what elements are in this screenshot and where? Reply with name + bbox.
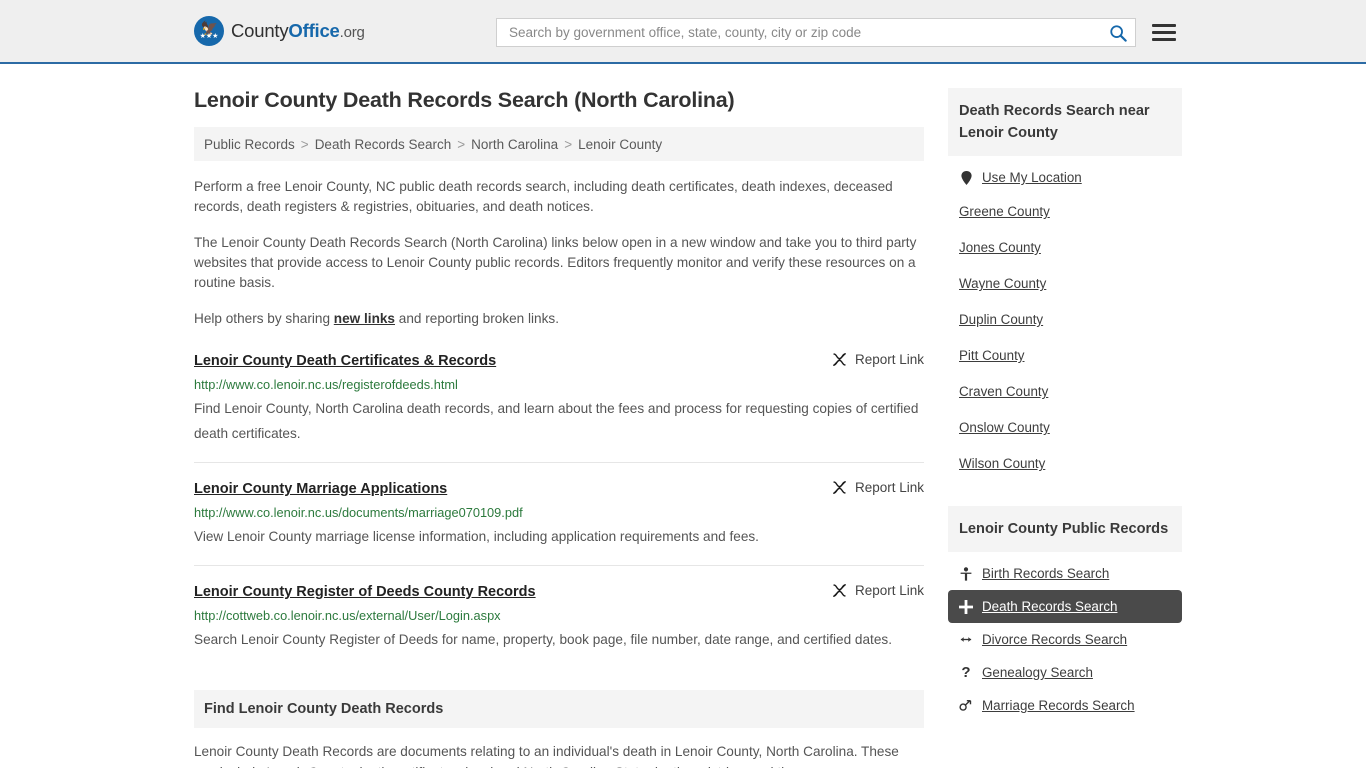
- sidebar-county-7[interactable]: Wilson County: [948, 446, 1182, 482]
- result-url[interactable]: http://www.co.lenoir.nc.us/registerofdee…: [194, 376, 924, 393]
- intro-paragraph-2: The Lenoir County Death Records Search (…: [194, 235, 917, 290]
- search-icon[interactable]: [1109, 24, 1127, 42]
- search-box[interactable]: [496, 18, 1136, 47]
- result-description: View Lenoir County marriage license info…: [194, 529, 759, 544]
- report-link-button[interactable]: Report Link: [832, 479, 924, 495]
- page-container: Lenoir County Death Records Search (Nort…: [0, 64, 1366, 768]
- result-url[interactable]: http://cottweb.co.lenoir.nc.us/external/…: [194, 607, 924, 624]
- sidebar-county-4[interactable]: Pitt County: [948, 338, 1182, 374]
- sidebar-county-0[interactable]: Greene County: [948, 194, 1182, 230]
- sidebar-item-genealogy[interactable]: ? Genealogy Search: [948, 656, 1182, 689]
- county-link[interactable]: Craven County: [959, 384, 1048, 399]
- site-header: 🦅 ★★★ CountyOffice.org: [0, 0, 1366, 64]
- sidebar-link[interactable]: Birth Records Search: [982, 566, 1109, 581]
- county-link[interactable]: Greene County: [959, 204, 1050, 219]
- logo-text: CountyOffice.org: [231, 20, 365, 42]
- breadcrumb-separator: >: [564, 136, 573, 152]
- results-list: Lenoir County Death Certificates & Recor…: [194, 351, 924, 668]
- result-item: Lenoir County Marriage Applications Repo…: [194, 479, 924, 566]
- result-title-link[interactable]: Lenoir County Register of Deeds County R…: [194, 582, 536, 602]
- county-link[interactable]: Duplin County: [959, 312, 1043, 327]
- sidebar-county-2[interactable]: Wayne County: [948, 266, 1182, 302]
- broken-link-icon: [833, 352, 846, 367]
- result-url[interactable]: http://www.co.lenoir.nc.us/documents/mar…: [194, 504, 924, 521]
- find-records-heading: Find Lenoir County Death Records: [194, 690, 924, 728]
- sidebar-county-3[interactable]: Duplin County: [948, 302, 1182, 338]
- cross-icon: [959, 599, 973, 614]
- sidebar-county-6[interactable]: Onslow County: [948, 410, 1182, 446]
- county-link[interactable]: Jones County: [959, 240, 1041, 255]
- split-arrows-icon: [959, 634, 973, 645]
- breadcrumb-separator: >: [300, 136, 309, 152]
- broken-link-icon: [833, 480, 846, 495]
- sidebar-item-death-records[interactable]: Death Records Search: [948, 590, 1182, 623]
- share-text-pre: Help others by sharing: [194, 311, 334, 326]
- broken-link-icon: [833, 583, 846, 598]
- breadcrumb-item-2[interactable]: North Carolina: [471, 137, 558, 152]
- use-my-location-row[interactable]: Use My Location: [948, 156, 1182, 194]
- breadcrumb: Public Records > Death Records Search > …: [194, 127, 924, 161]
- result-item: Lenoir County Register of Deeds County R…: [194, 582, 924, 668]
- nearby-searches-block: Death Records Search near Lenoir County …: [948, 88, 1182, 482]
- result-header: Lenoir County Register of Deeds County R…: [194, 582, 924, 602]
- result-title-link[interactable]: Lenoir County Death Certificates & Recor…: [194, 351, 496, 371]
- result-header: Lenoir County Marriage Applications Repo…: [194, 479, 924, 499]
- sidebar-item-divorce-records[interactable]: Divorce Records Search: [948, 623, 1182, 656]
- share-text-post: and reporting broken links.: [395, 311, 559, 326]
- report-link-label: Report Link: [854, 352, 924, 367]
- male-female-icon: [959, 699, 973, 712]
- sidebar-link[interactable]: Genealogy Search: [982, 665, 1093, 680]
- find-records-paragraph: Lenoir County Death Records are document…: [194, 744, 899, 768]
- sidebar-county-1[interactable]: Jones County: [948, 230, 1182, 266]
- result-description: Search Lenoir County Register of Deeds f…: [194, 632, 892, 647]
- result-description: Find Lenoir County, North Carolina death…: [194, 401, 919, 441]
- map-pin-icon: [959, 170, 973, 185]
- page-title: Lenoir County Death Records Search (Nort…: [194, 88, 735, 112]
- breadcrumb-separator: >: [457, 136, 466, 152]
- report-link-label: Report Link: [854, 583, 924, 598]
- county-link[interactable]: Pitt County: [959, 348, 1025, 363]
- result-title-link[interactable]: Lenoir County Marriage Applications: [194, 479, 447, 499]
- eagle-shield-icon: 🦅 ★★★: [194, 16, 224, 46]
- sidebar: Death Records Search near Lenoir County …: [948, 64, 1182, 768]
- report-link-button[interactable]: Report Link: [832, 582, 924, 598]
- baby-icon: [959, 566, 973, 581]
- sidebar-county-5[interactable]: Craven County: [948, 374, 1182, 410]
- intro-paragraph-3: Help others by sharing new links and rep…: [194, 309, 924, 329]
- logo-text-part3: .org: [339, 24, 365, 41]
- sidebar-link[interactable]: Marriage Records Search: [982, 698, 1135, 713]
- sidebar-link[interactable]: Divorce Records Search: [982, 632, 1127, 647]
- breadcrumb-item-1[interactable]: Death Records Search: [315, 137, 452, 152]
- search-input[interactable]: [507, 24, 1109, 41]
- site-logo[interactable]: 🦅 ★★★ CountyOffice.org: [194, 16, 365, 46]
- intro-text: Perform a free Lenoir County, NC public …: [194, 177, 924, 329]
- county-link[interactable]: Wayne County: [959, 276, 1046, 291]
- header-search-area: [496, 18, 1176, 47]
- county-link[interactable]: Wilson County: [959, 456, 1045, 471]
- main-content: Lenoir County Death Records Search (Nort…: [194, 64, 924, 768]
- result-item: Lenoir County Death Certificates & Recor…: [194, 351, 924, 463]
- question-mark-icon: ?: [961, 663, 971, 681]
- report-link-button[interactable]: Report Link: [832, 351, 924, 367]
- result-header: Lenoir County Death Certificates & Recor…: [194, 351, 924, 371]
- logo-text-part2: Office: [288, 20, 340, 41]
- county-link[interactable]: Onslow County: [959, 420, 1050, 435]
- find-records-body: Lenoir County Death Records are document…: [194, 741, 924, 768]
- logo-text-part1: County: [231, 20, 289, 41]
- sidebar-link[interactable]: Death Records Search: [982, 599, 1117, 614]
- sidebar-item-birth-records[interactable]: Birth Records Search: [948, 552, 1182, 590]
- sidebar-item-marriage-records[interactable]: Marriage Records Search: [948, 689, 1182, 722]
- use-my-location-link[interactable]: Use My Location: [982, 170, 1082, 185]
- new-links-link[interactable]: new links: [334, 311, 395, 326]
- nearby-searches-heading: Death Records Search near Lenoir County: [948, 88, 1182, 156]
- breadcrumb-item-3[interactable]: Lenoir County: [578, 137, 662, 152]
- hamburger-menu-icon[interactable]: [1152, 24, 1176, 41]
- report-link-label: Report Link: [854, 480, 924, 495]
- breadcrumb-item-0[interactable]: Public Records: [204, 137, 295, 152]
- public-records-heading: Lenoir County Public Records: [948, 506, 1182, 552]
- public-records-block: Lenoir County Public Records Birth Recor…: [948, 506, 1182, 722]
- intro-paragraph-1: Perform a free Lenoir County, NC public …: [194, 179, 893, 214]
